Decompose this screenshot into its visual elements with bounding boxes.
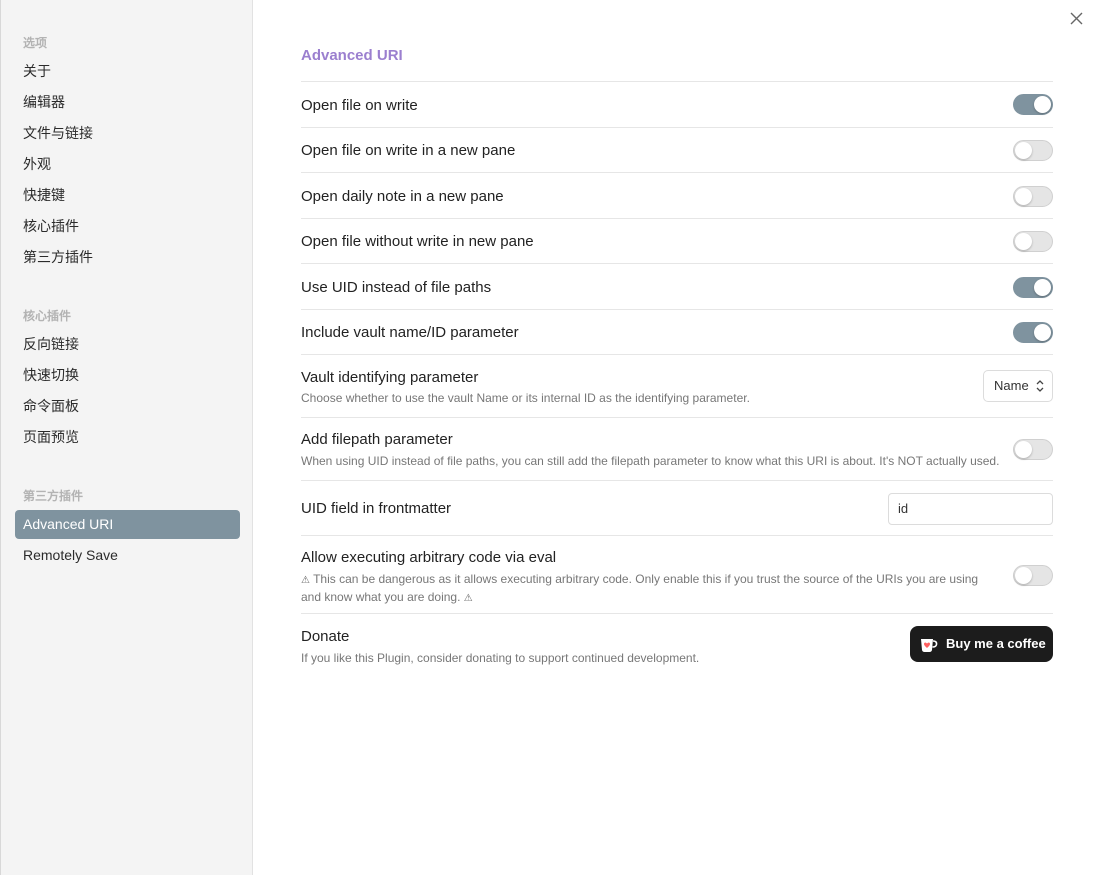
uid-field-input[interactable]: id xyxy=(888,493,1053,525)
setting-description: Choose whether to use the vault Name or … xyxy=(301,391,750,405)
setting-include-vault-name: Include vault name/ID parameter xyxy=(301,309,1053,354)
settings-window: 选项 关于 编辑器 文件与链接 外观 快捷键 核心插件 第三方插件 核心插件 反… xyxy=(0,0,1099,875)
vault-identifying-dropdown[interactable]: Name xyxy=(983,370,1053,402)
warning-icon: ⚠ xyxy=(301,575,310,586)
sidebar-item-appearance[interactable]: 外观 xyxy=(15,150,240,179)
eval-desc-line2: and know what you are doing. xyxy=(301,590,461,604)
sidebar-item-community-plugins[interactable]: 第三方插件 xyxy=(15,243,240,272)
toggle-knob xyxy=(1034,96,1051,113)
setting-open-file-on-write-new-pane: Open file on write in a new pane xyxy=(301,127,1053,172)
toggle-knob xyxy=(1015,233,1032,250)
setting-description: When using UID instead of file paths, yo… xyxy=(301,454,1000,468)
setting-vault-identifying-parameter: Vault identifying parameter Choose wheth… xyxy=(301,354,1053,417)
toggle-knob xyxy=(1034,324,1051,341)
setting-name: Add filepath parameter xyxy=(301,431,453,448)
setting-name: Vault identifying parameter xyxy=(301,369,479,386)
toggle-knob xyxy=(1015,142,1032,159)
nav-group-title-options: 选项 xyxy=(23,36,48,50)
setting-name: Open file on write xyxy=(301,97,418,114)
open-daily-note-new-pane-toggle[interactable] xyxy=(1013,186,1053,207)
setting-donate: Donate If you like this Plugin, consider… xyxy=(301,613,1053,675)
setting-add-filepath-parameter: Add filepath parameter When using UID in… xyxy=(301,417,1053,480)
toggle-knob xyxy=(1015,567,1032,584)
setting-open-daily-note-new-pane: Open daily note in a new pane xyxy=(301,172,1053,218)
open-file-on-write-new-pane-toggle[interactable] xyxy=(1013,140,1053,161)
use-uid-toggle[interactable] xyxy=(1013,277,1053,298)
setting-name: Open file without write in new pane xyxy=(301,233,534,250)
sidebar-item-core-plugins[interactable]: 核心插件 xyxy=(15,212,240,241)
setting-name: UID field in frontmatter xyxy=(301,500,452,517)
setting-open-file-on-write: Open file on write xyxy=(301,81,1053,127)
dropdown-value: Name xyxy=(994,378,1029,393)
coffee-button-label: Buy me a coffee xyxy=(946,636,1046,651)
setting-description: If you like this Plugin, consider donati… xyxy=(301,651,700,665)
eval-desc-line1: This can be dangerous as it allows execu… xyxy=(313,572,979,586)
coffee-cup-icon xyxy=(921,639,938,652)
warning-icon: ⚠ xyxy=(463,593,473,604)
setting-name: Donate xyxy=(301,628,350,645)
nav-group-title-community-plugins: 第三方插件 xyxy=(23,489,84,503)
sidebar-item-files-links[interactable]: 文件与链接 xyxy=(15,119,240,148)
toggle-knob xyxy=(1015,441,1032,458)
setting-use-uid: Use UID instead of file paths xyxy=(301,263,1053,309)
setting-name: Open daily note in a new pane xyxy=(301,188,504,205)
open-file-on-write-toggle[interactable] xyxy=(1013,94,1053,115)
sidebar-item-page-preview[interactable]: 页面预览 xyxy=(15,423,240,452)
section-title: Advanced URI xyxy=(301,47,403,64)
sidebar-item-about[interactable]: 关于 xyxy=(15,57,240,86)
setting-name: Open file on write in a new pane xyxy=(301,142,516,159)
add-filepath-toggle[interactable] xyxy=(1013,439,1053,460)
settings-sidebar: 选项 关于 编辑器 文件与链接 外观 快捷键 核心插件 第三方插件 核心插件 反… xyxy=(1,0,253,875)
nav-group-title-core-plugins: 核心插件 xyxy=(23,309,72,323)
sidebar-item-remotely-save[interactable]: Remotely Save xyxy=(15,541,240,570)
sidebar-item-quick-switcher[interactable]: 快速切换 xyxy=(15,361,240,390)
setting-description: ⚠ This can be dangerous as it allows exe… xyxy=(301,571,981,607)
toggle-knob xyxy=(1015,188,1032,205)
eval-code-toggle[interactable] xyxy=(1013,565,1053,586)
setting-open-file-without-write: Open file without write in new pane xyxy=(301,218,1053,263)
sidebar-item-advanced-uri[interactable]: Advanced URI xyxy=(15,510,240,539)
include-vault-name-toggle[interactable] xyxy=(1013,322,1053,343)
setting-name: Use UID instead of file paths xyxy=(301,279,492,296)
setting-eval-code: Allow executing arbitrary code via eval … xyxy=(301,535,1053,613)
sidebar-item-command-palette[interactable]: 命令面板 xyxy=(15,392,240,421)
chevron-up-down-icon xyxy=(1036,380,1044,392)
open-file-without-write-toggle[interactable] xyxy=(1013,231,1053,252)
toggle-knob xyxy=(1034,279,1051,296)
sidebar-item-backlinks[interactable]: 反向链接 xyxy=(15,330,240,359)
buy-me-a-coffee-button[interactable]: Buy me a coffee xyxy=(910,626,1053,662)
setting-uid-field: UID field in frontmatter id xyxy=(301,480,1053,535)
close-icon[interactable] xyxy=(1067,9,1087,29)
sidebar-item-hotkeys[interactable]: 快捷键 xyxy=(15,181,240,210)
setting-name: Include vault name/ID parameter xyxy=(301,324,519,341)
setting-name: Allow executing arbitrary code via eval xyxy=(301,549,557,566)
sidebar-item-editor[interactable]: 编辑器 xyxy=(15,88,240,117)
